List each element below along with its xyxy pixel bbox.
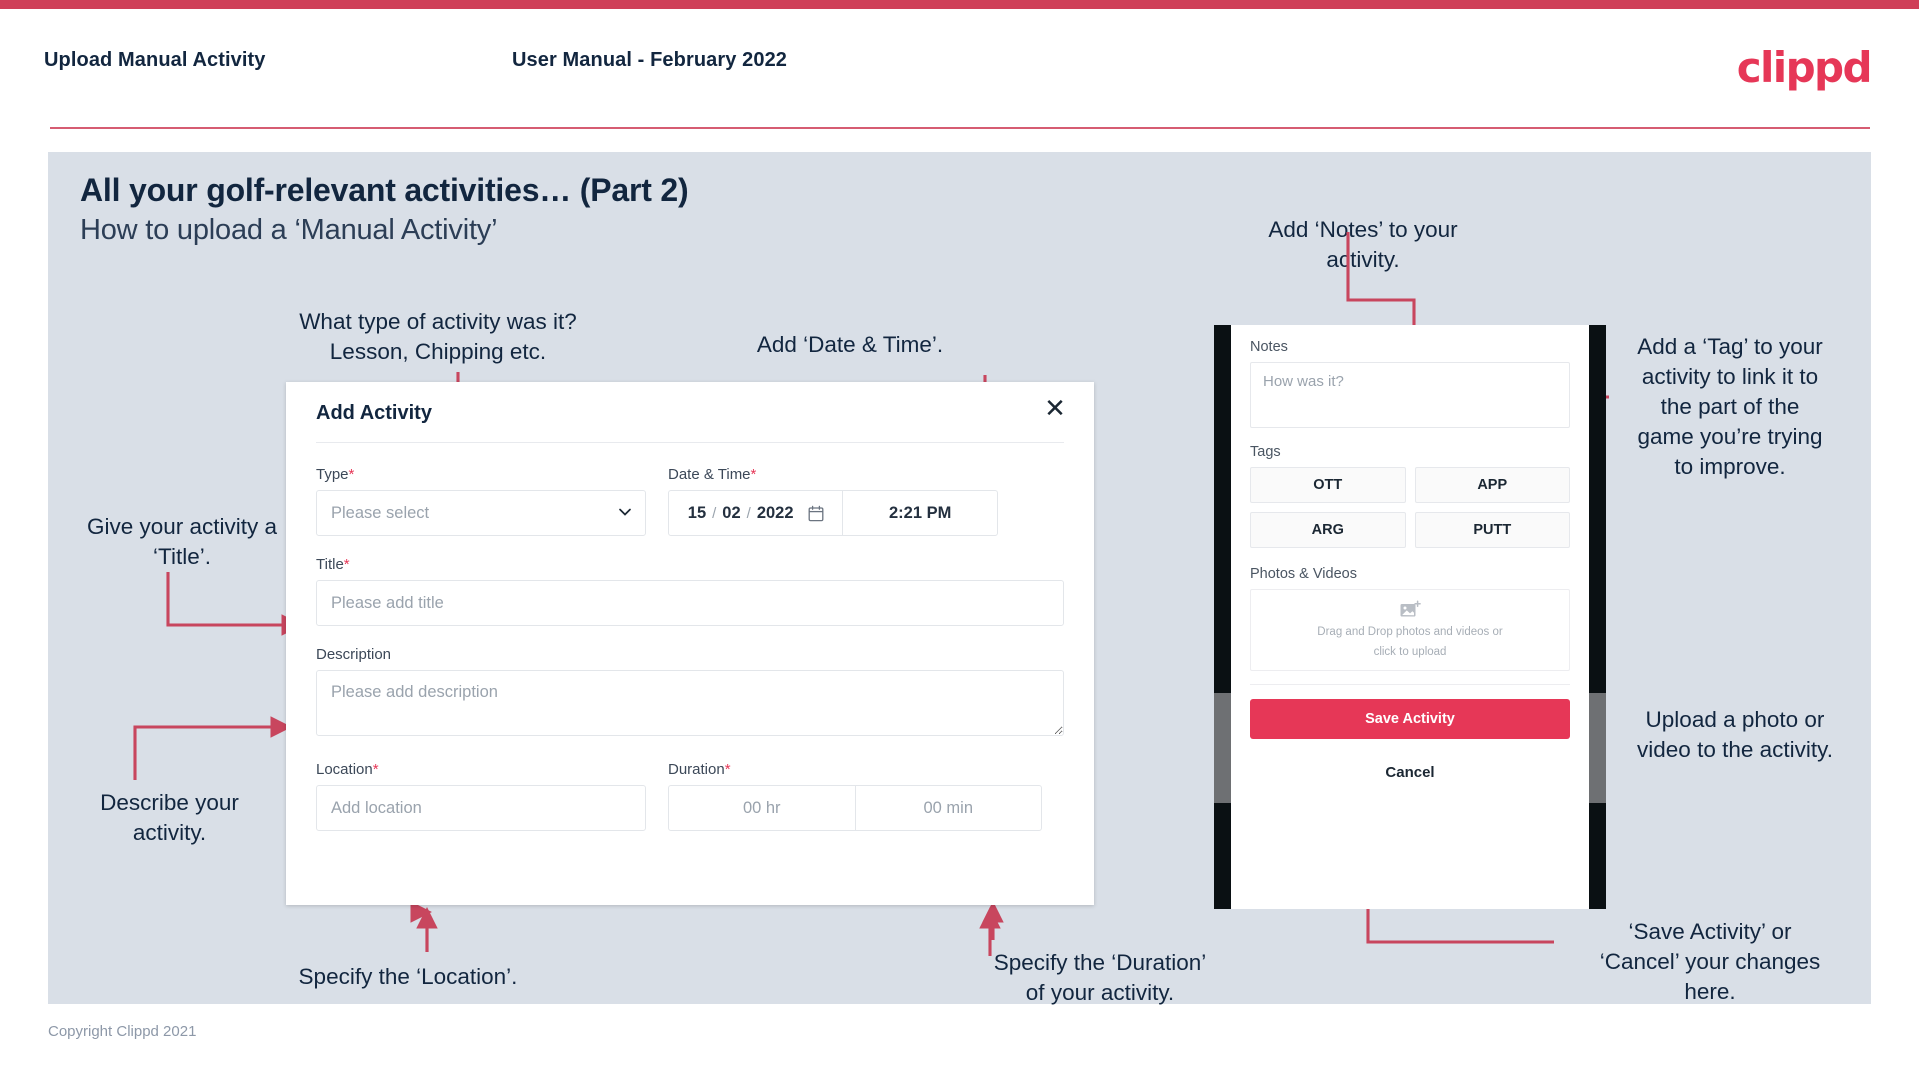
description-textarea[interactable]	[316, 670, 1064, 736]
date-sep-2: /	[746, 504, 751, 522]
phone-tags-grid: OTT APP ARG PUTT	[1250, 467, 1570, 548]
tag-button-arg[interactable]: ARG	[1250, 512, 1406, 548]
label-title: Title*	[316, 556, 350, 573]
tag-button-app[interactable]: APP	[1414, 467, 1570, 503]
header-divider	[50, 127, 1870, 129]
phone-actions-divider	[1250, 684, 1570, 685]
page-header: Upload Manual Activity User Manual - Feb…	[0, 9, 1919, 129]
date-day: 15	[687, 503, 707, 522]
label-type: Type*	[316, 466, 355, 483]
field-duration: Duration* 00 hr 00 min	[668, 761, 1042, 831]
calendar-icon[interactable]	[808, 505, 824, 522]
phone-power-key	[1589, 693, 1606, 803]
time-input[interactable]: 2:21 PM	[843, 491, 997, 535]
required-marker-type: *	[348, 466, 355, 483]
label-duration: Duration*	[668, 761, 731, 778]
field-location: Location*	[316, 761, 646, 831]
title-input-wrap[interactable]	[316, 580, 1064, 626]
field-type: Type*	[316, 466, 646, 536]
required-marker-title: *	[343, 556, 350, 573]
type-select[interactable]	[316, 490, 646, 536]
add-image-icon	[1400, 600, 1421, 617]
label-description: Description	[316, 646, 392, 663]
phone-screen: Notes How was it? Tags OTT APP ARG PUTT …	[1231, 325, 1589, 909]
phone-tags-label: Tags	[1250, 444, 1281, 460]
date-month: 02	[722, 503, 741, 522]
duration-hours[interactable]: 00 hr	[669, 786, 855, 830]
annotation-tags: Add a ‘Tag’ to your activity to link it t…	[1637, 334, 1823, 479]
annotation-save: ‘Save Activity’ or ‘Cancel’ your changes h…	[1599, 919, 1821, 1004]
required-marker-duration: *	[724, 761, 731, 778]
phone-bezel-right	[1589, 325, 1606, 909]
page-subtitle: How to upload a ‘Manual Activity’	[80, 214, 498, 246]
dropzone-line-2: click to upload	[1373, 646, 1447, 658]
duration-minutes[interactable]: 00 min	[856, 786, 1042, 830]
cancel-button[interactable]: Cancel	[1250, 764, 1570, 781]
type-select-input[interactable]	[331, 503, 631, 523]
date-input[interactable]: 15 / 02 / 2022	[669, 491, 842, 535]
close-icon[interactable]: ✕	[1040, 394, 1070, 424]
required-marker-datetime: *	[750, 466, 757, 483]
field-datetime: Date & Time* 15 / 02 / 2022 2:21 PM	[668, 466, 998, 536]
annotation-duration: Specify the ‘Duration’ of your activity.	[993, 950, 1207, 1005]
phone-mockup: Notes How was it? Tags OTT APP ARG PUTT …	[1214, 325, 1606, 909]
required-marker-location: *	[372, 761, 379, 778]
clippd-logo: clippd	[1736, 43, 1873, 92]
phone-media-label: Photos & Videos	[1250, 566, 1357, 582]
top-accent-bar	[0, 0, 1919, 9]
photo-video-dropzone[interactable]: Drag and Drop photos and videos or click…	[1250, 589, 1570, 671]
dialog-header-divider	[316, 442, 1064, 443]
date-sep-1: /	[712, 504, 717, 522]
location-input[interactable]	[331, 798, 631, 818]
annotation-location: Specify the ‘Location’.	[298, 964, 518, 989]
phone-volume-keys	[1214, 693, 1231, 803]
phone-notes-input[interactable]: How was it?	[1250, 362, 1570, 428]
phone-bezel-left	[1214, 325, 1231, 909]
label-datetime: Date & Time*	[668, 466, 757, 483]
copyright-footer: Copyright Clippd 2021	[48, 1023, 197, 1040]
tag-button-ott[interactable]: OTT	[1250, 467, 1406, 503]
annotation-notes: Add ‘Notes’ to your activity.	[1268, 217, 1458, 272]
tag-button-putt[interactable]: PUTT	[1414, 512, 1570, 548]
field-title: Title*	[286, 536, 1094, 626]
annotation-title: Give your activity a ‘Title’.	[86, 514, 278, 569]
title-input[interactable]	[331, 593, 1049, 613]
page-title: All your golf-relevant activities… (Part…	[80, 172, 689, 208]
dialog-title: Add Activity	[316, 402, 432, 424]
header-title: Upload Manual Activity	[44, 49, 266, 71]
annotation-upload: Upload a photo or video to the activity.	[1637, 707, 1833, 762]
dialog-body: Type* Date & Time*	[286, 444, 1094, 831]
phone-notes-label: Notes	[1250, 339, 1288, 355]
header-subtitle: User Manual - February 2022	[512, 49, 788, 71]
label-location: Location*	[316, 761, 379, 778]
annotation-description: Describe your activity.	[100, 790, 239, 845]
slide-page: Upload Manual Activity User Manual - Feb…	[0, 0, 1919, 1079]
annotation-type: What type of activity was it? Lesson, Chi…	[299, 309, 577, 364]
dropzone-line-1: Drag and Drop photos and videos or	[1317, 626, 1503, 638]
annotation-datetime: Add ‘Date & Time’.	[756, 332, 944, 357]
location-input-wrap[interactable]	[316, 785, 646, 831]
save-activity-button[interactable]: Save Activity	[1250, 699, 1570, 739]
field-description: Description	[286, 626, 1094, 741]
dialog-header: Add Activity ✕	[286, 382, 1094, 444]
add-activity-dialog: Add Activity ✕ Type* Please select Date …	[286, 382, 1094, 905]
date-year: 2022	[756, 503, 794, 522]
